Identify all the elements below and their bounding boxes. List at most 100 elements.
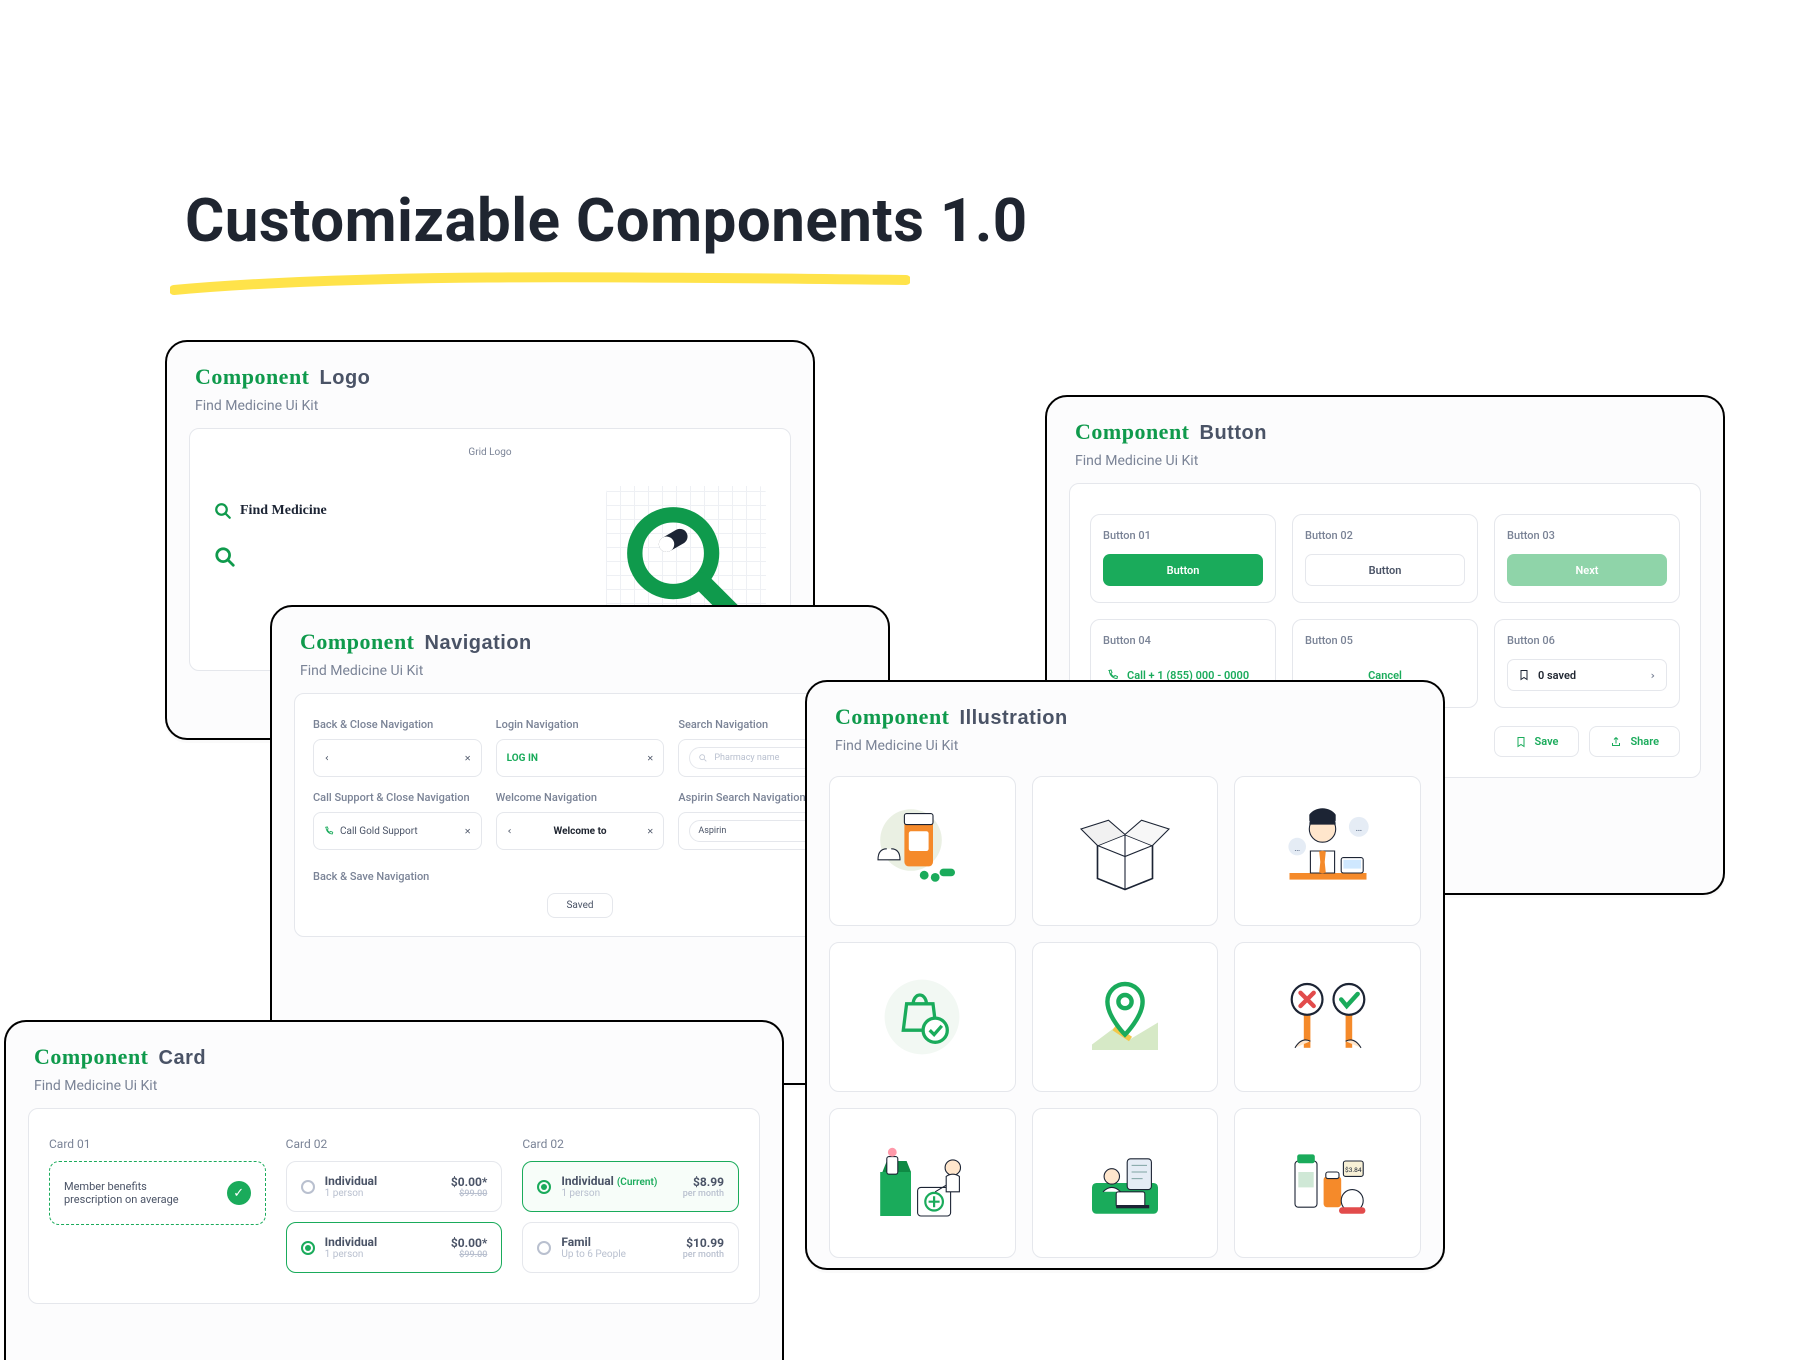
panel-heading: Illustration bbox=[960, 707, 1068, 729]
share-button[interactable]: Share bbox=[1589, 726, 1680, 757]
plan-option[interactable]: Famil Up to 6 People $10.99per month bbox=[522, 1222, 739, 1273]
search-icon bbox=[698, 753, 708, 763]
phone-icon bbox=[324, 826, 334, 836]
plan-sub: Up to 6 People bbox=[561, 1249, 626, 1260]
plan-strike: $99.00 bbox=[451, 1189, 487, 1199]
brand-word: Component bbox=[1075, 419, 1190, 444]
panel-heading: Card bbox=[159, 1047, 207, 1069]
button-label: Save bbox=[1535, 735, 1559, 748]
grid-label: Grid Logo bbox=[214, 447, 766, 458]
plan-title: Individual bbox=[325, 1235, 378, 1249]
button-outline[interactable]: Button bbox=[1305, 554, 1465, 586]
brand-word: Component bbox=[300, 629, 415, 654]
illustration-support-person: … … bbox=[1234, 776, 1421, 926]
close-icon[interactable]: ✕ bbox=[465, 753, 471, 764]
panel-heading: Button bbox=[1200, 422, 1267, 444]
button-label: Share bbox=[1630, 735, 1659, 748]
search-value: Aspirin bbox=[698, 826, 726, 836]
plan-per: per month bbox=[683, 1189, 724, 1199]
panel-subtitle: Find Medicine Ui Kit bbox=[1075, 453, 1695, 469]
illustration-pill-bottle bbox=[829, 776, 1016, 926]
nav-caption: Login Navigation bbox=[496, 718, 665, 731]
plan-option-selected[interactable]: Individual 1 person $0.00*$99.00 bbox=[286, 1222, 503, 1273]
svg-text:$3.84: $3.84 bbox=[1345, 1166, 1362, 1174]
component-panel-illustration: ComponentIllustration Find Medicine Ui K… bbox=[805, 680, 1445, 1270]
plan-strike: $99.00 bbox=[451, 1250, 487, 1260]
plan-title: Famil bbox=[561, 1235, 626, 1249]
nav-welcome[interactable]: ‹ Welcome to ✕ bbox=[496, 812, 665, 850]
radio-icon-selected[interactable] bbox=[537, 1180, 551, 1194]
radio-icon-selected[interactable] bbox=[301, 1241, 315, 1255]
plan-per: per month bbox=[683, 1250, 724, 1260]
illustration-yes-no-signs bbox=[1234, 942, 1421, 1092]
saved-pill[interactable]: Saved bbox=[547, 893, 612, 918]
plan-price: $0.00* bbox=[451, 1175, 487, 1189]
plan-current-tag: (Current) bbox=[617, 1177, 658, 1188]
radio-icon[interactable] bbox=[301, 1180, 315, 1194]
plan-option-current[interactable]: Individual (Current) 1 person $8.99per m… bbox=[522, 1161, 739, 1212]
illustration-shopping-pharmacy bbox=[829, 1108, 1016, 1258]
welcome-text: Welcome to bbox=[513, 826, 648, 837]
panel-subtitle: Find Medicine Ui Kit bbox=[195, 398, 785, 414]
nav-caption: Welcome Navigation bbox=[496, 791, 665, 804]
save-button[interactable]: Save bbox=[1494, 726, 1580, 757]
chevron-left-icon[interactable]: ‹ bbox=[324, 753, 330, 764]
bookmark-icon bbox=[1515, 736, 1527, 748]
card-text: Member benefits prescription on average bbox=[64, 1180, 204, 1206]
button-cell-01: Button 01 Button bbox=[1090, 514, 1276, 603]
plan-price: $10.99 bbox=[686, 1236, 724, 1250]
plan-sub: 1 person bbox=[325, 1188, 378, 1199]
card-caption: Card 02 bbox=[522, 1137, 739, 1151]
close-icon[interactable]: ✕ bbox=[465, 826, 471, 837]
nav-caption: Back & Close Navigation bbox=[313, 718, 482, 731]
close-icon[interactable]: ✕ bbox=[647, 753, 653, 764]
nav-back-close[interactable]: ‹ ✕ bbox=[313, 739, 482, 777]
call-support-label: Call Gold Support bbox=[340, 826, 418, 837]
brand-word: Component bbox=[34, 1044, 149, 1069]
btn-caption: Button 03 bbox=[1507, 529, 1555, 542]
login-button[interactable]: LOG IN bbox=[507, 753, 538, 764]
brand-word: Component bbox=[835, 704, 950, 729]
brand-word: Component bbox=[195, 364, 310, 389]
svg-text:…: … bbox=[1294, 844, 1300, 854]
panel-heading: Navigation bbox=[425, 632, 532, 654]
panel-subtitle: Find Medicine Ui Kit bbox=[34, 1078, 754, 1094]
button-cell-03: Button 03 Next bbox=[1494, 514, 1680, 603]
card-caption: Card 02 bbox=[286, 1137, 503, 1151]
button-saved[interactable]: 0 saved › bbox=[1507, 659, 1667, 691]
brand-lockup: Find Medicine bbox=[214, 502, 327, 520]
share-icon bbox=[1610, 736, 1622, 748]
illustration-laptop-user bbox=[1032, 1108, 1219, 1258]
component-panel-card: Component Card Find Medicine Ui Kit Card … bbox=[4, 1020, 784, 1360]
button-soft[interactable]: Next bbox=[1507, 554, 1667, 586]
search-input[interactable]: Pharmacy name bbox=[689, 747, 824, 769]
button-label: 0 saved bbox=[1538, 669, 1576, 682]
btn-caption: Button 02 bbox=[1305, 529, 1353, 542]
check-icon: ✓ bbox=[227, 1181, 251, 1205]
brand-text: Find Medicine bbox=[240, 503, 327, 519]
illustration-map-pin bbox=[1032, 942, 1219, 1092]
btn-caption: Button 05 bbox=[1305, 634, 1353, 647]
svg-text:…: … bbox=[1355, 823, 1362, 834]
plan-price: $8.99 bbox=[693, 1175, 724, 1189]
nav-login[interactable]: LOG IN ✕ bbox=[496, 739, 665, 777]
nav-caption: Call Support & Close Navigation bbox=[313, 791, 482, 804]
button-cell-06: Button 06 0 saved › bbox=[1494, 619, 1680, 708]
close-icon[interactable]: ✕ bbox=[647, 826, 653, 837]
plan-price: $0.00* bbox=[451, 1236, 487, 1250]
plan-option[interactable]: Individual 1 person $0.00*$99.00 bbox=[286, 1161, 503, 1212]
magnifier-icon bbox=[214, 502, 232, 520]
btn-caption: Button 01 bbox=[1103, 529, 1151, 542]
nav-caption: Back & Save Navigation bbox=[313, 870, 847, 883]
btn-caption: Button 06 bbox=[1507, 634, 1555, 647]
card-benefit[interactable]: Member benefits prescription on average … bbox=[49, 1161, 266, 1225]
title-underline bbox=[170, 272, 910, 298]
illustration-bag-check bbox=[829, 942, 1016, 1092]
bookmark-icon bbox=[1518, 669, 1530, 681]
nav-call-support[interactable]: Call Gold Support ✕ bbox=[313, 812, 482, 850]
card-caption: Card 01 bbox=[49, 1137, 266, 1151]
radio-icon[interactable] bbox=[537, 1241, 551, 1255]
btn-caption: Button 04 bbox=[1103, 634, 1151, 647]
button-solid[interactable]: Button bbox=[1103, 554, 1263, 586]
illustration-open-box bbox=[1032, 776, 1219, 926]
